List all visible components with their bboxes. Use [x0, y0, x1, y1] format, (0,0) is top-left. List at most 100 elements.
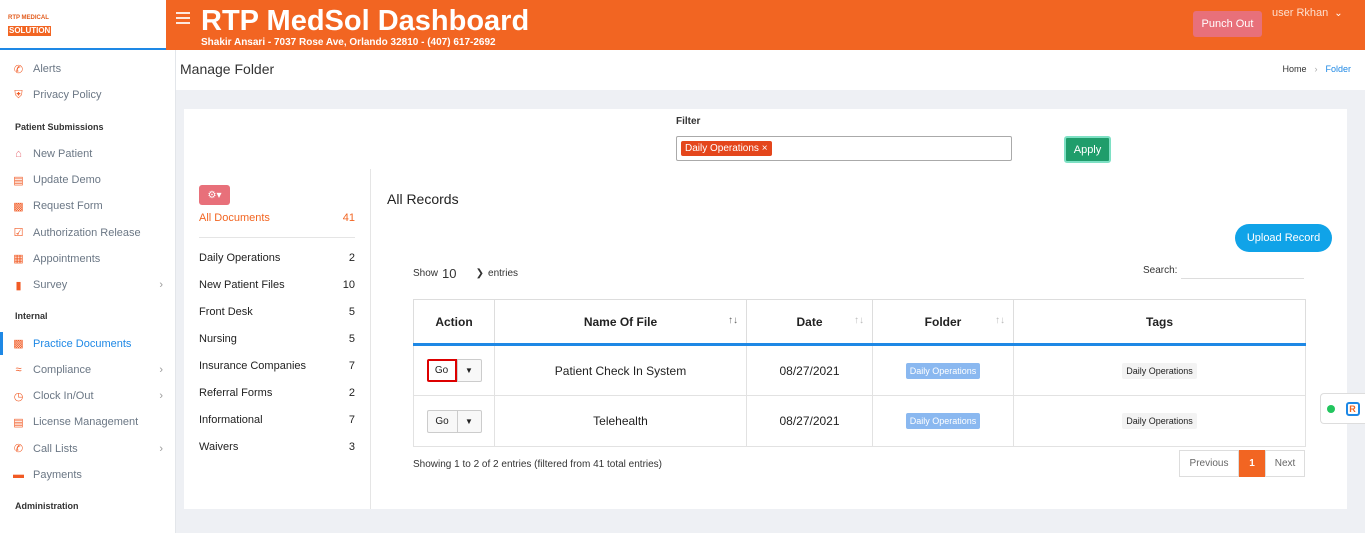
column-label: Folder — [924, 314, 962, 329]
sidebar-item-payments[interactable]: ▬ Payments — [0, 462, 175, 488]
table-info: Showing 1 to 2 of 2 entries (filtered fr… — [413, 459, 663, 470]
go-button[interactable]: Go — [426, 409, 457, 433]
folder-item[interactable]: New Patient Files 10 — [199, 271, 355, 298]
sidebar-item-label: Update Demo — [33, 174, 101, 187]
sidebar-item-compliance[interactable]: ≈ Compliance › — [0, 357, 175, 383]
action-cell: Go ▼ — [413, 395, 495, 447]
sidebar-item-authorization-release[interactable]: ☑ Authorization Release — [0, 219, 175, 245]
folder-count: 7 — [348, 413, 355, 426]
manage-folder-card: Filter Daily Operations × Apply ⚙▾ All D… — [184, 109, 1347, 509]
column-header-action: Action — [413, 299, 495, 346]
sidebar-item-label: Privacy Policy — [33, 89, 102, 102]
next-page-button[interactable]: Next — [1265, 450, 1305, 477]
sidebar-item-practice-documents[interactable]: ▩ Practice Documents — [0, 330, 175, 356]
folder-item[interactable]: Nursing 5 — [199, 325, 355, 352]
folder-count: 5 — [348, 332, 355, 345]
date-cell: 08/27/2021 — [746, 395, 873, 447]
top-header: RTP MedSol Dashboard Shakir Ansari - 703… — [166, 0, 1365, 50]
column-label: Action — [435, 314, 473, 329]
brand-logo[interactable]: RTP MEDICAL SOLUTION — [8, 15, 58, 36]
folder-count: 5 — [348, 305, 355, 318]
tags-cell: Daily Operations — [1013, 395, 1306, 447]
sidebar-nav: ✆ Alerts ⛨ Privacy Policy Patient Submissi… — [0, 50, 175, 520]
dropdown-toggle[interactable]: ▼ — [456, 409, 482, 433]
chevron-right-icon: › — [159, 363, 163, 376]
chevron-right-icon: › — [1314, 64, 1318, 74]
online-status-icon — [1326, 404, 1335, 413]
search-box: Search: — [1143, 262, 1305, 279]
page-1-button[interactable]: 1 — [1239, 450, 1265, 477]
folder-item[interactable]: Referral Forms 2 — [199, 379, 355, 406]
tags-cell: Daily Operations — [1013, 343, 1306, 396]
sidebar-item-license-management[interactable]: ▤ License Management — [0, 409, 175, 435]
apply-button[interactable]: Apply — [1064, 136, 1111, 163]
folder-item[interactable]: Waivers 3 — [199, 433, 355, 460]
folder-settings-button[interactable]: ⚙▾ — [199, 185, 230, 205]
folder-badge: Daily Operations — [905, 362, 981, 379]
phone-icon: ✆ — [13, 443, 24, 456]
search-input[interactable] — [1181, 262, 1305, 279]
sidebar-item-update-demo[interactable]: ▤ Update Demo — [0, 167, 175, 193]
logo-line1: RTP MEDICAL — [8, 15, 49, 21]
shield-icon: ⛨ — [14, 88, 23, 101]
money-icon: ▬ — [13, 469, 24, 481]
sidebar-item-alerts[interactable]: ✆ Alerts — [0, 56, 175, 82]
entries-select[interactable]: 10 ❯ — [442, 266, 484, 281]
folder-name: New Patient Files — [199, 278, 285, 291]
breadcrumb: Home › Folder — [1282, 64, 1351, 74]
file-name-cell[interactable]: Telehealth — [494, 395, 747, 447]
folder-item[interactable]: Front Desk 5 — [199, 298, 355, 325]
chevron-right-icon: › — [159, 279, 163, 292]
folder-name: Referral Forms — [199, 386, 273, 399]
folder-item[interactable]: Daily Operations 2 — [199, 244, 355, 271]
file-name-cell[interactable]: Patient Check In System — [494, 343, 747, 396]
section-heading-internal: Internal — [15, 311, 48, 322]
user-menu[interactable]: user Rkhan ⌄ — [1272, 7, 1343, 19]
folder-count: 2 — [348, 251, 355, 264]
go-button[interactable]: Go — [426, 359, 457, 382]
folder-item[interactable]: Informational 7 — [199, 406, 355, 433]
folder-name: All Documents — [199, 212, 270, 224]
records-table: Action Name Of File ↑↓ Date ↑↓ Folder ↑↓ Ta… — [413, 299, 1306, 447]
document-icon: ▩ — [13, 338, 24, 351]
column-header-date[interactable]: Date ↑↓ — [746, 299, 873, 346]
filter-label: Filter — [676, 116, 701, 127]
table-row: Go ▼ Telehealth 08/27/2021 Daily Operati… — [413, 395, 1306, 447]
breadcrumb-home[interactable]: Home — [1282, 64, 1306, 74]
sidebar-item-appointments[interactable]: ▦ Appointments — [0, 246, 175, 272]
folder-item[interactable]: Insurance Companies 7 — [199, 352, 355, 379]
clock-icon: ◷ — [13, 390, 24, 403]
sidebar-item-call-lists[interactable]: ✆ Call Lists › — [0, 436, 175, 462]
sort-icon: ↑↓ — [995, 315, 1005, 326]
hamburger-menu-icon[interactable] — [176, 12, 190, 27]
search-label: Search: — [1143, 265, 1178, 276]
column-header-folder[interactable]: Folder ↑↓ — [872, 299, 1014, 346]
folder-count: 10 — [342, 278, 355, 291]
filter-chip-daily-operations[interactable]: Daily Operations × — [681, 141, 772, 156]
phone-icon: ✆ — [13, 63, 24, 76]
sidebar-item-privacy-policy[interactable]: ⛨ Privacy Policy — [0, 82, 175, 108]
sidebar-item-request-form[interactable]: ▩ Request Form — [0, 193, 175, 219]
sidebar-item-label: New Patient — [33, 147, 93, 160]
folder-name: Informational — [199, 413, 263, 426]
sidebar-item-label: Compliance — [33, 363, 92, 376]
sidebar-item-clock-in-out[interactable]: ◷ Clock In/Out › — [0, 383, 175, 409]
entries-value: 10 — [442, 266, 457, 281]
sort-icon: ↑↓ — [854, 315, 864, 326]
folder-name: Insurance Companies — [199, 359, 307, 372]
sidebar-item-survey[interactable]: ▮ Survey › — [0, 272, 175, 298]
chat-widget[interactable]: R — [1320, 393, 1365, 424]
sidebar-item-label: Survey — [33, 279, 68, 292]
column-label: Date — [796, 314, 823, 329]
previous-page-button[interactable]: Previous — [1179, 450, 1239, 477]
punch-out-button[interactable]: Punch Out — [1193, 11, 1262, 37]
calendar-icon: ▦ — [13, 253, 24, 266]
chevron-down-icon: ⌄ — [1334, 7, 1343, 19]
sidebar-item-new-patient[interactable]: ⌂ New Patient — [0, 141, 175, 167]
folder-all-documents[interactable]: All Documents 41 — [199, 212, 355, 238]
dropdown-toggle[interactable]: ▼ — [456, 359, 482, 382]
upload-record-button[interactable]: Upload Record — [1235, 224, 1332, 252]
file-icon: ▩ — [13, 200, 24, 213]
column-header-name[interactable]: Name Of File ↑↓ — [494, 299, 747, 346]
filter-select[interactable]: Daily Operations × — [676, 136, 1012, 161]
